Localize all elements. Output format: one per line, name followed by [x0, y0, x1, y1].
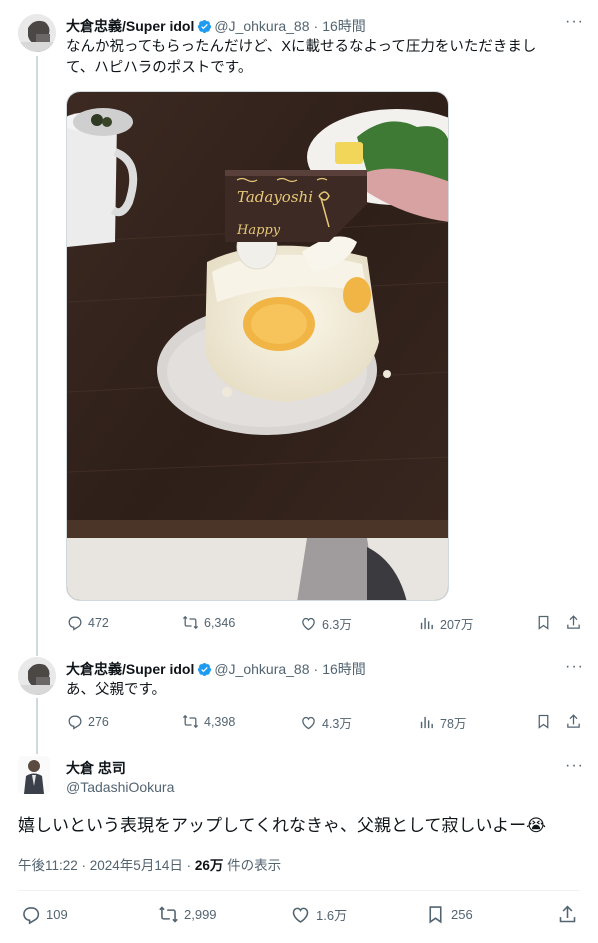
more-options-icon[interactable]: ··· — [565, 659, 584, 675]
view-count-label: 件の表示 — [223, 858, 282, 873]
views-button[interactable]: 207万 — [418, 614, 473, 633]
tweet-photo[interactable]: Tadayoshi Happy — [66, 91, 449, 601]
reply-count: 109 — [46, 907, 68, 922]
reply-button[interactable]: 276 — [66, 713, 109, 730]
repost-count: 4,398 — [204, 714, 236, 729]
author-name[interactable]: 大倉忠義/Super idol — [66, 659, 194, 679]
repost-icon — [182, 714, 199, 729]
like-count: 4.3万 — [322, 717, 352, 731]
divider — [18, 890, 580, 891]
like-count: 1.6万 — [316, 908, 348, 923]
view-count: 26万 — [194, 858, 224, 873]
views-count: 207万 — [440, 618, 474, 632]
bookmark-button[interactable] — [535, 614, 552, 631]
tweet-text: 嬉しいという表現をアップしてくれなきゃ、父親として寂しいよー😭 — [18, 816, 546, 835]
tweet-text: て、ハピハラのポストです。 — [66, 60, 253, 76]
repost-count: 6,346 — [204, 615, 236, 630]
views-count: 78万 — [440, 717, 467, 731]
share-button[interactable] — [565, 614, 582, 631]
avatar[interactable] — [18, 14, 56, 52]
reply-button[interactable]: 472 — [66, 614, 109, 631]
like-button[interactable]: 4.3万 — [300, 713, 352, 732]
like-count: 6.3万 — [322, 618, 352, 632]
repost-icon — [159, 906, 178, 923]
verified-badge-icon — [198, 19, 212, 33]
separator-dot: · — [313, 661, 319, 677]
reply-count: 472 — [88, 615, 109, 630]
thread-line — [36, 56, 38, 656]
reply-icon — [68, 616, 82, 631]
author-handle[interactable]: @J_ohkura_88 — [214, 18, 309, 34]
reply-button[interactable]: 109 — [20, 904, 68, 925]
bookmark-icon — [538, 714, 549, 729]
author-handle[interactable]: @J_ohkura_88 — [214, 661, 309, 677]
reply-icon — [68, 715, 82, 730]
tweet-text: あ、父親です。 — [66, 682, 167, 698]
avatar[interactable] — [18, 657, 56, 695]
tweet-text: なんか祝ってもらったんだけど、Xに載せるなよって圧力をいただきまし — [66, 39, 537, 55]
bookmark-icon — [538, 615, 549, 630]
timestamp[interactable]: 16時間 — [322, 16, 366, 36]
repost-count: 2,999 — [184, 907, 217, 922]
author-name[interactable]: 大倉忠義/Super idol — [66, 16, 194, 36]
cake-photo-image: Tadayoshi Happy — [67, 92, 448, 600]
bookmark-button[interactable] — [535, 713, 552, 730]
reply-count: 276 — [88, 714, 109, 729]
plaque-text-2: Happy — [236, 223, 281, 238]
avatar[interactable] — [18, 756, 50, 794]
views-chart-icon — [420, 716, 433, 729]
share-icon — [559, 905, 576, 923]
share-icon — [567, 714, 580, 728]
heart-icon — [302, 617, 315, 631]
author-name[interactable]: 大倉 忠司 — [66, 758, 126, 778]
tweet-meta: 午後11:22 · 2024年5月14日 · 26万 件の表示 — [18, 854, 281, 874]
author-handle[interactable]: @TadashiOokura — [66, 779, 174, 795]
thread-line — [36, 698, 38, 754]
bookmark-count: 256 — [451, 907, 473, 922]
like-button[interactable]: 6.3万 — [300, 614, 352, 633]
reply-icon — [23, 907, 40, 925]
tweet-timestamp[interactable]: 午後11:22 · 2024年5月14日 · — [18, 858, 195, 873]
views-chart-icon — [420, 617, 433, 630]
share-button[interactable] — [557, 904, 578, 925]
verified-badge-icon — [198, 662, 212, 676]
repost-button[interactable]: 2,999 — [158, 904, 217, 925]
share-icon — [567, 615, 580, 629]
separator-dot: · — [313, 18, 319, 34]
heart-icon — [292, 907, 309, 923]
like-button[interactable]: 1.6万 — [290, 904, 347, 925]
repost-button[interactable]: 6,346 — [182, 614, 235, 631]
bookmark-icon — [429, 906, 442, 924]
plaque-text: Tadayoshi — [237, 188, 313, 206]
more-options-icon[interactable]: ··· — [565, 14, 584, 30]
more-options-icon[interactable]: ··· — [565, 758, 584, 774]
timestamp[interactable]: 16時間 — [322, 659, 366, 679]
share-button[interactable] — [565, 713, 582, 730]
views-button[interactable]: 78万 — [418, 713, 466, 732]
repost-icon — [182, 615, 199, 630]
repost-button[interactable]: 4,398 — [182, 713, 235, 730]
heart-icon — [302, 716, 315, 730]
bookmark-button[interactable]: 256 — [425, 904, 473, 925]
